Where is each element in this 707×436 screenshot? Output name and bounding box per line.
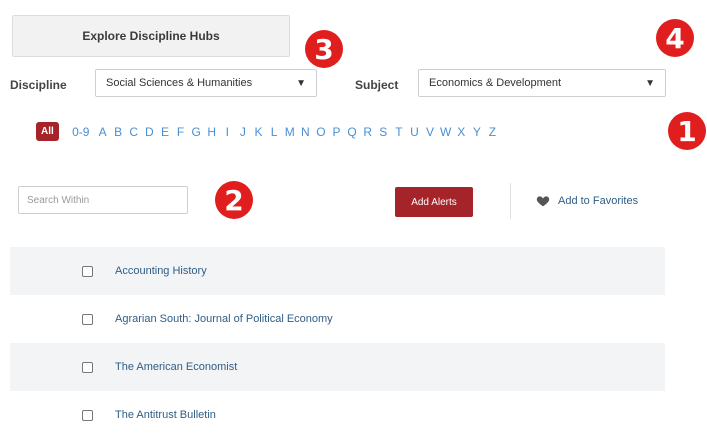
alphabet-letter-w[interactable]: W [438,125,454,139]
subject-select[interactable]: Economics & Development ▼ [418,69,666,97]
alphabet-letter-x[interactable]: X [453,125,469,139]
alphabet-letter-e[interactable]: E [157,125,173,139]
subject-select-value: Economics & Development [429,77,562,89]
alphabet-letter-k[interactable]: K [251,125,267,139]
alphabet-letter-i[interactable]: I [220,125,236,139]
journal-title-link[interactable]: Agrarian South: Journal of Political Eco… [115,313,333,325]
alphabet-letter-p[interactable]: P [329,125,345,139]
alphabet-letter-v[interactable]: V [422,125,438,139]
alphabet-letter-q[interactable]: Q [344,125,360,139]
alphabet-letter-g[interactable]: G [188,125,204,139]
callout-badge-3: 3 [305,30,343,68]
add-to-favorites-button[interactable]: Add to Favorites [536,194,638,208]
callout-badge-2: 2 [215,181,253,219]
journal-row: Agrarian South: Journal of Political Eco… [10,295,665,343]
journal-row: The American Economist [10,343,665,391]
alphabet-letter-r[interactable]: R [360,125,376,139]
subject-label: Subject [355,78,399,92]
journal-title-link[interactable]: The American Economist [115,361,237,373]
journal-title-link[interactable]: The Antitrust Bulletin [115,409,216,421]
alphabet-letter-y[interactable]: Y [469,125,485,139]
callout-badge-1: 1 [668,112,706,150]
alphabet-letter-l[interactable]: L [266,125,282,139]
chevron-down-icon: ▼ [296,77,306,89]
journal-checkbox[interactable] [82,265,93,277]
journal-row: The Antitrust Bulletin [10,391,665,436]
alphabet-letter-o[interactable]: O [313,125,329,139]
journal-checkbox[interactable] [82,361,93,373]
discipline-select[interactable]: Social Sciences & Humanities ▼ [95,69,317,97]
alphabet-letter-0-9[interactable]: 0-9 [67,125,95,139]
alphabet-letter-j[interactable]: J [235,125,251,139]
chevron-down-icon: ▼ [645,77,655,89]
discipline-select-value: Social Sciences & Humanities [106,77,253,89]
alphabet-all-button[interactable]: All [36,122,59,141]
alphabet-filter: All 0-9 A B C D E F G H I J K L M N O P Q R S T U V W X Y Z [36,122,500,141]
search-within-input[interactable] [18,186,188,214]
journal-row: Accounting History [10,247,665,295]
alphabet-letter-b[interactable]: B [110,125,126,139]
alphabet-letter-c[interactable]: C [126,125,142,139]
discipline-label: Discipline [10,78,67,92]
alphabet-letter-s[interactable]: S [375,125,391,139]
alphabet-letter-z[interactable]: Z [485,125,501,139]
alphabet-letter-d[interactable]: D [142,125,158,139]
alphabet-letter-n[interactable]: N [298,125,314,139]
alphabet-letter-t[interactable]: T [391,125,407,139]
alphabet-letter-a[interactable]: A [95,125,111,139]
callout-badge-4: 4 [656,19,694,57]
alphabet-letter-f[interactable]: F [173,125,189,139]
alphabet-letter-u[interactable]: U [407,125,423,139]
alphabet-letter-m[interactable]: M [282,125,298,139]
heart-icon [536,196,550,207]
journal-checkbox[interactable] [82,409,93,421]
add-to-favorites-label: Add to Favorites [558,195,639,207]
journal-list: Accounting History Agrarian South: Journa… [10,247,665,436]
explore-discipline-hubs-button[interactable]: Explore Discipline Hubs [12,15,290,57]
journal-title-link[interactable]: Accounting History [115,265,207,277]
divider [510,183,511,219]
journal-checkbox[interactable] [82,313,93,325]
alphabet-letter-h[interactable]: H [204,125,220,139]
add-alerts-button[interactable]: Add Alerts [395,187,473,217]
